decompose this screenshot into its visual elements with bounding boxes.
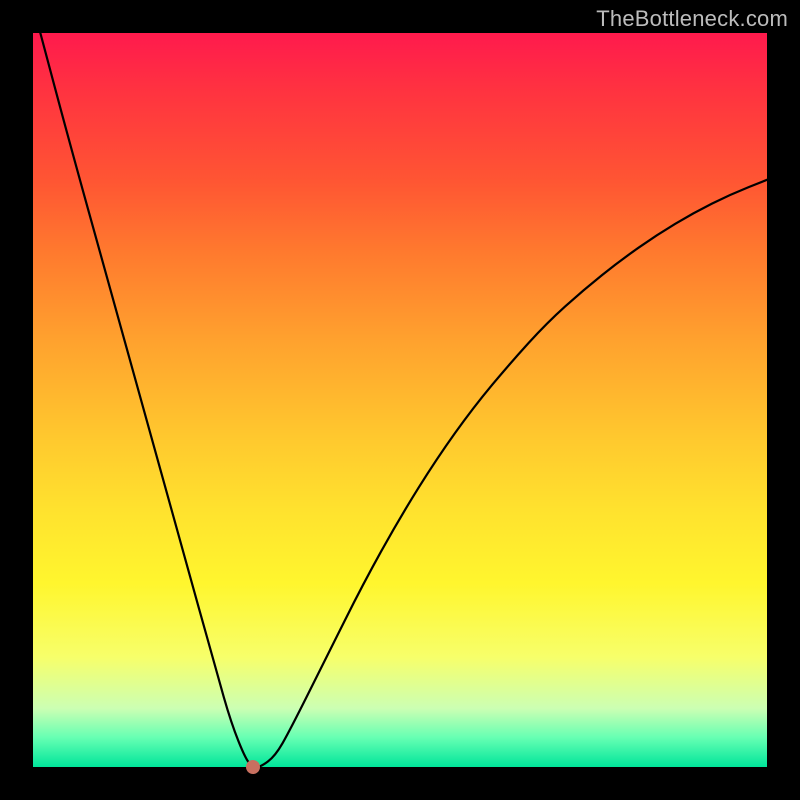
chart-plot-area xyxy=(33,33,767,767)
bottleneck-curve xyxy=(33,33,767,767)
watermark-text: TheBottleneck.com xyxy=(596,6,788,32)
optimum-marker xyxy=(246,760,260,774)
